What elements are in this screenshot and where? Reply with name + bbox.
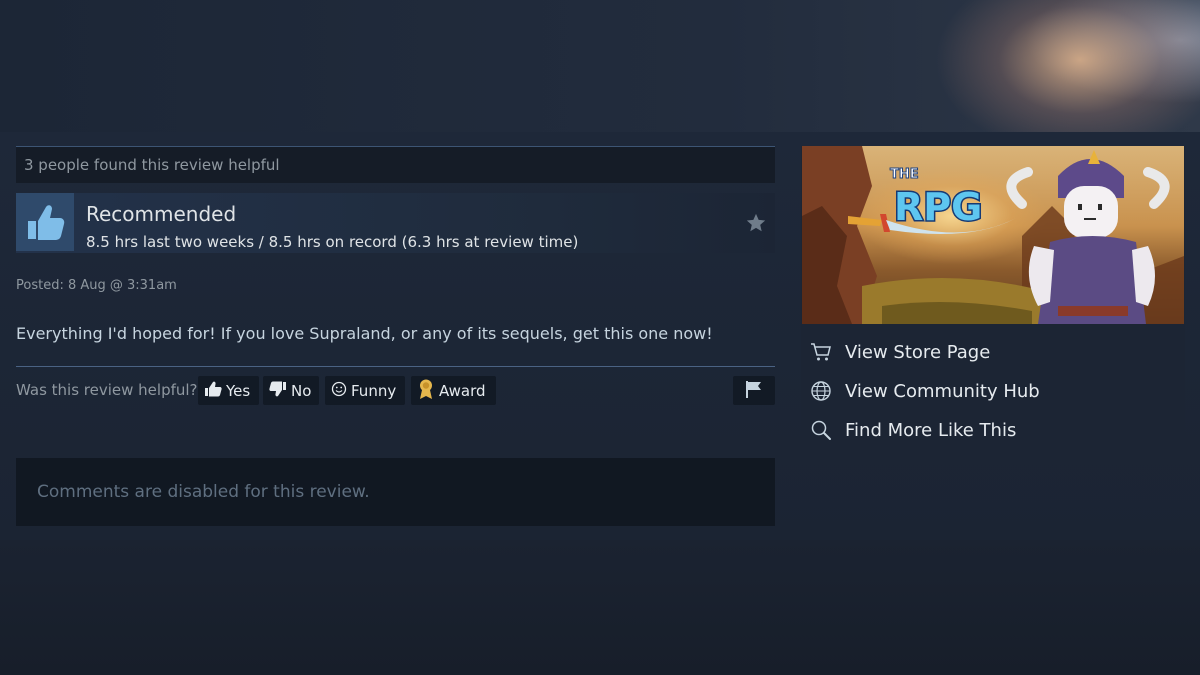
thumbs-down-small-icon [269, 381, 287, 401]
svg-text:RPG: RPG [894, 185, 982, 229]
vote-funny-label: Funny [351, 381, 397, 400]
comments-disabled-box: Comments are disabled for this review. [16, 458, 775, 526]
review-body-text: Everything I'd hoped for! If you love Su… [16, 324, 713, 343]
globe-icon [809, 379, 833, 403]
game-logo: THE RPG [890, 167, 984, 231]
star-icon[interactable] [745, 212, 767, 234]
posted-date: Posted: 8 Aug @ 3:31am [16, 278, 177, 293]
view-store-page-link[interactable]: View Store Page [809, 337, 1179, 367]
award-button[interactable]: Award [411, 376, 496, 405]
award-ribbon-icon [417, 378, 435, 404]
view-community-hub-label: View Community Hub [845, 380, 1040, 402]
award-label: Award [439, 381, 486, 400]
review-divider [16, 366, 775, 367]
report-flag-button[interactable] [733, 376, 775, 405]
recommendation-verdict: Recommended [86, 202, 237, 226]
flag-icon [744, 380, 764, 402]
vote-no-label: No [291, 381, 312, 400]
review-header: Recommended 8.5 hrs last two weeks / 8.5… [16, 193, 775, 253]
vote-yes-label: Yes [226, 381, 251, 400]
page-footer-background [0, 540, 1200, 675]
comments-disabled-text: Comments are disabled for this review. [37, 482, 370, 502]
helpful-count-bar: 3 people found this review helpful [16, 146, 775, 183]
game-sidebar: THE RPG View Store Page View Community H… [801, 146, 1185, 457]
vote-yes-button[interactable]: Yes [198, 376, 259, 405]
vote-funny-button[interactable]: Funny [325, 376, 405, 405]
smiley-icon [331, 381, 347, 401]
game-capsule-image[interactable]: THE RPG [802, 146, 1184, 324]
find-more-like-this-link[interactable]: Find More Like This [809, 415, 1179, 445]
cart-icon [809, 340, 833, 364]
playtime-hours: 8.5 hrs last two weeks / 8.5 hrs on reco… [86, 233, 579, 251]
svg-text:THE: THE [890, 167, 919, 182]
view-store-page-label: View Store Page [845, 341, 991, 363]
helpful-count-text: 3 people found this review helpful [24, 156, 280, 174]
find-more-like-this-label: Find More Like This [845, 419, 1017, 441]
thumbs-up-icon [16, 193, 74, 251]
game-background-banner [0, 0, 1200, 132]
vote-no-button[interactable]: No [263, 376, 319, 405]
vote-prompt: Was this review helpful? [16, 381, 198, 399]
search-icon [809, 418, 833, 442]
view-community-hub-link[interactable]: View Community Hub [809, 376, 1179, 406]
thumbs-up-small-icon [204, 381, 222, 401]
vote-controls: Was this review helpful? Yes No Funny Aw… [16, 376, 775, 405]
